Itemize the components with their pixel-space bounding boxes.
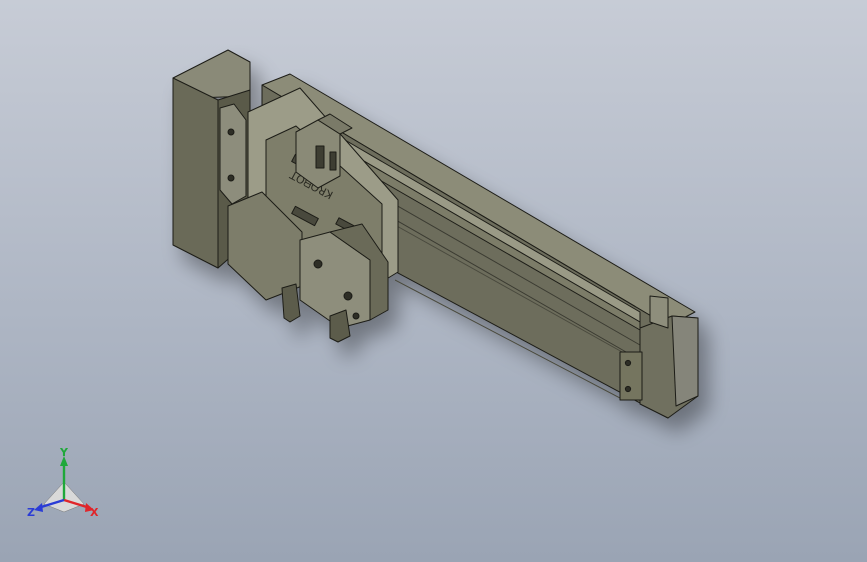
gripper-pin [352,312,360,320]
z-axis-head [34,503,43,512]
gripper-finger [329,309,351,343]
end-plate-screw [227,128,235,136]
clamp-slot [315,145,325,169]
z-axis-label: Z [27,506,35,519]
motor-block-front [172,77,219,269]
right-end-cap-side [671,315,699,407]
axis-triad: Y X Z [24,446,104,526]
right-bracket [649,295,669,329]
x-axis-label: X [90,506,99,519]
end-plate-screw [624,385,632,393]
gripper-pin [313,259,323,269]
y-axis-label: Y [59,446,69,459]
end-plate-screw [227,174,235,182]
graphics-viewport[interactable]: ꓕOᗺOꓤꓘ Y X Z [0,0,867,562]
right-end-plate [619,351,643,401]
gripper-finger [281,283,301,323]
end-plate-screw [624,359,632,367]
left-end-plate [219,103,247,205]
cad-model[interactable]: ꓕOᗺOꓤꓘ [0,0,867,562]
gripper-pin [343,291,353,301]
clamp-slot [329,151,337,171]
